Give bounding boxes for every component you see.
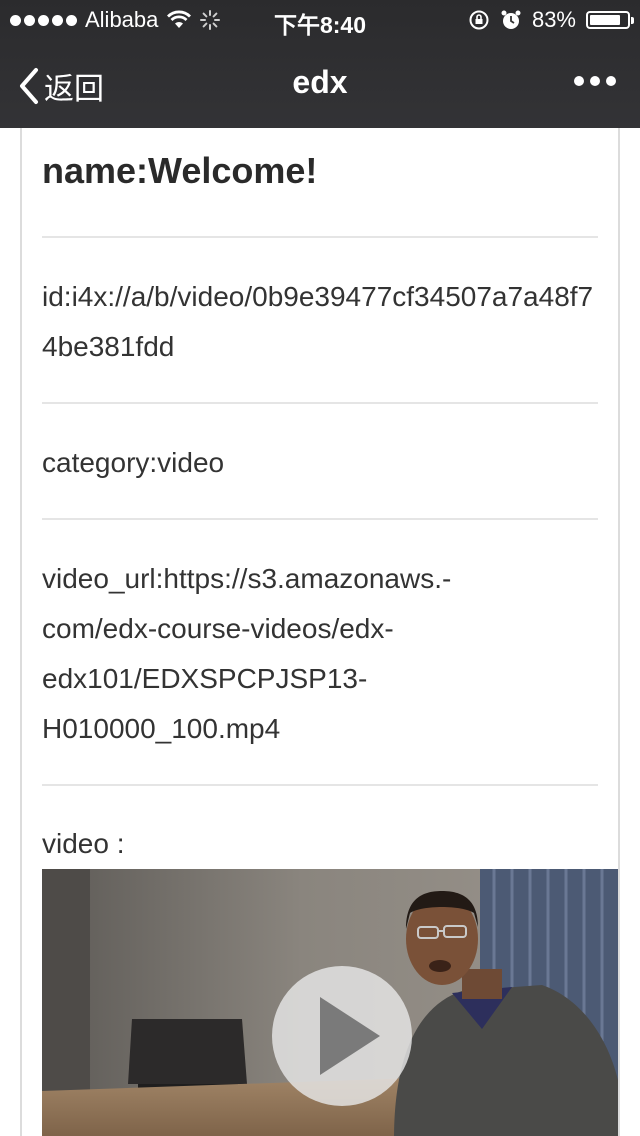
- alarm-icon: [501, 10, 521, 29]
- rotation-lock-icon: [469, 10, 489, 30]
- top-bar: Alibaba 下午8:40 83% 返回 edx: [0, 0, 640, 128]
- battery-percent: 83%: [531, 7, 576, 32]
- divider: [42, 784, 598, 786]
- item-name: name:Welcome!: [42, 150, 318, 191]
- divider: [42, 518, 598, 520]
- video-url-line: H010000_100.mp4: [42, 713, 281, 744]
- video-url-line: edx101/EDXSPCPJSP13-: [42, 663, 368, 694]
- item-id: id:i4x://a/b/video/0b9e39477cf34507a7a48…: [42, 281, 594, 362]
- battery-level: [590, 15, 620, 25]
- item-video-url: video_url:https://s3.amazonaws.- com/edx…: [42, 554, 598, 754]
- play-icon[interactable]: [272, 966, 412, 1106]
- video-thumbnail: [42, 869, 618, 1136]
- video-player[interactable]: [42, 869, 618, 1136]
- video-url-line: video_url:https://s3.amazonaws.-: [42, 563, 452, 594]
- video-url-line: com/edx-course-videos/edx-: [42, 613, 394, 644]
- battery-icon: [586, 11, 634, 29]
- status-right: 83%: [468, 7, 634, 33]
- video-label: video :: [42, 828, 125, 859]
- item-category: category:video: [42, 447, 225, 478]
- content-panel[interactable]: name:Welcome! id:i4x://a/b/video/0b9e394…: [20, 128, 620, 1136]
- divider: [42, 402, 598, 404]
- page-title: edx: [292, 64, 348, 100]
- divider: [42, 236, 598, 238]
- status-bar: Alibaba 下午8:40 83%: [0, 0, 640, 40]
- more-options-button[interactable]: [574, 76, 616, 86]
- more-dots-icon: [574, 76, 584, 86]
- screen: Alibaba 下午8:40 83% 返回 edx name:Welcome! …: [0, 0, 640, 1136]
- navigation-bar: 返回 edx: [0, 40, 640, 128]
